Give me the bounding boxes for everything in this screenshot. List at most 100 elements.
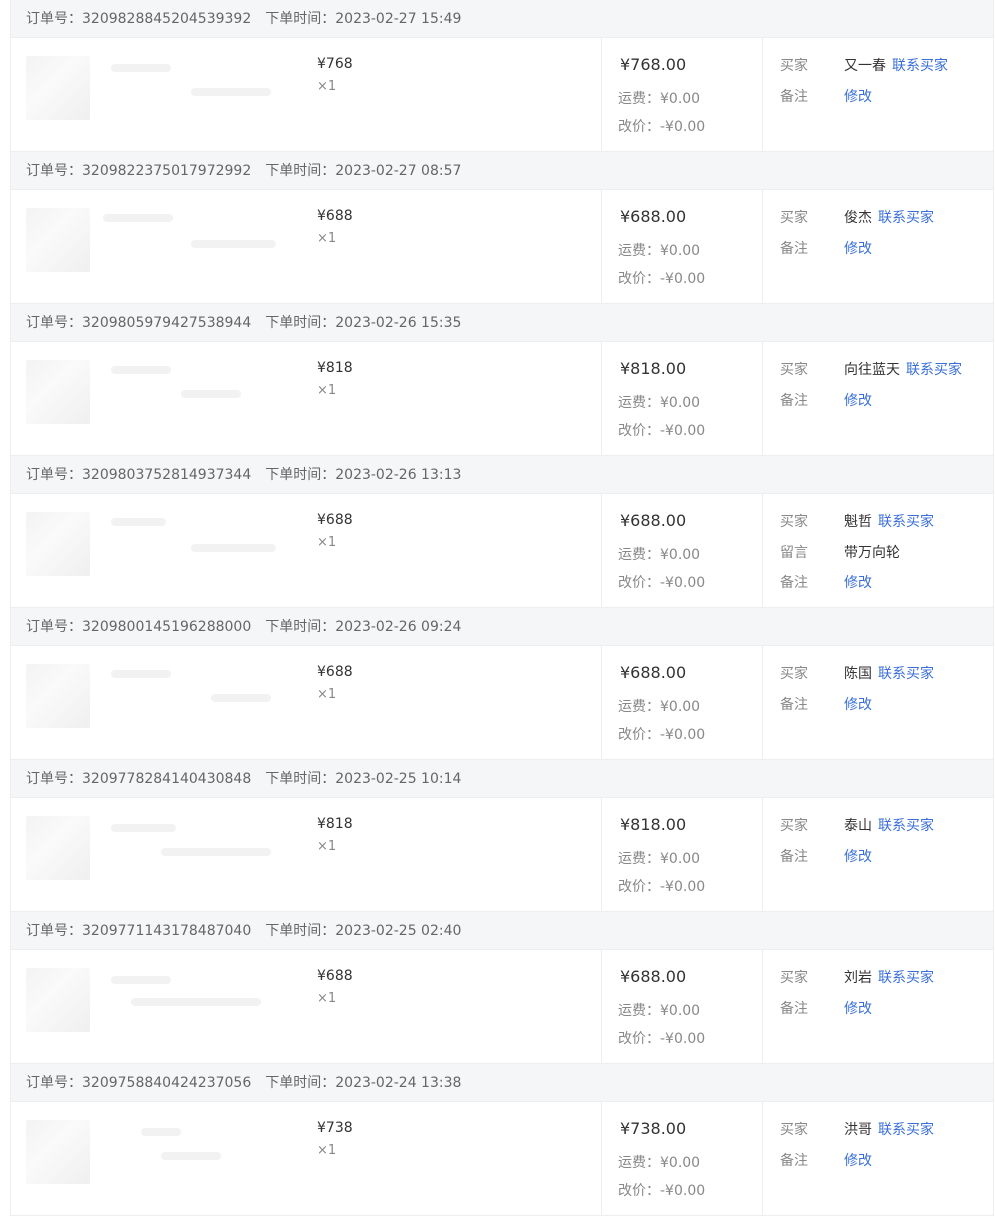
quantity: ×1: [317, 839, 337, 854]
buyer-name: 向往蓝天: [844, 362, 900, 378]
shipping-fee: 运费：¥0.00: [618, 699, 701, 715]
modify-remark-link[interactable]: 修改: [844, 393, 872, 409]
product-spec-blurred: [161, 1152, 221, 1160]
contact-buyer-link[interactable]: 联系买家: [892, 58, 948, 74]
order-time: 2023-02-27 08:57: [335, 163, 462, 179]
modify-remark-link[interactable]: 修改: [844, 1001, 872, 1017]
price-adjustment: 改价：-¥0.00: [618, 423, 706, 439]
order-card: 订单号：3209800145196288000 下单时间：2023-02-26 0…: [10, 608, 994, 760]
remark-row: 备注 修改: [780, 1150, 872, 1170]
quantity: ×1: [317, 231, 337, 246]
product-thumbnail[interactable]: [26, 968, 90, 1032]
product-title-blurred: [141, 1128, 181, 1136]
product-title-blurred: [111, 64, 171, 72]
product-title-blurred: [111, 824, 176, 832]
product-spec-blurred: [131, 998, 261, 1006]
buyer-column: 买家 泰山 联系买家 备注 修改: [763, 798, 993, 911]
goods-column: ¥768 ×1: [11, 38, 601, 151]
contact-buyer-link[interactable]: 联系买家: [878, 818, 934, 834]
product-thumbnail[interactable]: [26, 512, 90, 576]
order-no[interactable]: 3209771143178487040: [82, 923, 251, 939]
remark-label: 备注: [780, 89, 808, 105]
order-no[interactable]: 3209778284140430848: [82, 771, 251, 787]
product-spec-blurred: [191, 88, 271, 96]
product-spec-blurred: [191, 544, 276, 552]
buyer-column: 买家 俊杰 联系买家 备注 修改: [763, 190, 993, 303]
goods-column: ¥688 ×1: [11, 494, 601, 607]
contact-buyer-link[interactable]: 联系买家: [878, 210, 934, 226]
buyer-name: 刘岩: [844, 970, 872, 986]
modify-remark-link[interactable]: 修改: [844, 849, 872, 865]
buyer-label: 买家: [780, 210, 808, 226]
price-adjustment: 改价：-¥0.00: [618, 575, 706, 591]
contact-buyer-link[interactable]: 联系买家: [878, 666, 934, 682]
product-thumbnail[interactable]: [26, 208, 90, 272]
modify-remark-link[interactable]: 修改: [844, 241, 872, 257]
order-no[interactable]: 3209800145196288000: [82, 619, 251, 635]
remark-row: 备注 修改: [780, 572, 872, 592]
contact-buyer-link[interactable]: 联系买家: [878, 1122, 934, 1138]
order-time-label: 下单时间：: [265, 923, 336, 939]
unit-price: ¥688: [317, 208, 353, 224]
goods-column: ¥738 ×1: [11, 1102, 601, 1215]
order-header: 订单号：3209822375017972992 下单时间：2023-02-27 0…: [11, 152, 993, 190]
order-total: ¥688.00: [620, 511, 687, 530]
product-title-blurred: [103, 214, 173, 222]
product-thumbnail[interactable]: [26, 1120, 90, 1184]
shipping-fee: 运费：¥0.00: [618, 1155, 701, 1171]
unit-price: ¥688: [317, 512, 353, 528]
remark-label: 备注: [780, 697, 808, 713]
product-title-blurred: [111, 366, 171, 374]
amount-column: ¥818.00 运费：¥0.00 改价：-¥0.00: [601, 342, 763, 455]
product-thumbnail[interactable]: [26, 360, 90, 424]
buyer-label: 买家: [780, 970, 808, 986]
order-time-label: 下单时间：: [265, 163, 336, 179]
buyer-column: 买家 洪哥 联系买家 备注 修改: [763, 1102, 993, 1215]
goods-column: ¥688 ×1: [11, 190, 601, 303]
quantity: ×1: [317, 687, 337, 702]
amount-column: ¥738.00 运费：¥0.00 改价：-¥0.00: [601, 1102, 763, 1215]
quantity: ×1: [317, 1143, 337, 1158]
order-no-label: 订单号：: [26, 467, 82, 483]
quantity: ×1: [317, 535, 337, 550]
product-thumbnail[interactable]: [26, 664, 90, 728]
order-header: 订单号：3209828845204539392 下单时间：2023-02-27 1…: [11, 0, 993, 38]
modify-remark-link[interactable]: 修改: [844, 697, 872, 713]
modify-remark-link[interactable]: 修改: [844, 575, 872, 591]
amount-column: ¥688.00 运费：¥0.00 改价：-¥0.00: [601, 494, 763, 607]
product-title-blurred: [111, 518, 166, 526]
order-no[interactable]: 3209758840424237056: [82, 1075, 251, 1091]
order-no-label: 订单号：: [26, 163, 82, 179]
order-time: 2023-02-25 02:40: [335, 923, 462, 939]
contact-buyer-link[interactable]: 联系买家: [878, 514, 934, 530]
goods-column: ¥688 ×1: [11, 950, 601, 1063]
order-no-label: 订单号：: [26, 11, 82, 27]
buyer-column: 买家 陈国 联系买家 备注 修改: [763, 646, 993, 759]
buyer-message: 带万向轮: [844, 545, 900, 561]
order-card: 订单号：3209778284140430848 下单时间：2023-02-25 1…: [10, 760, 994, 912]
buyer-row: 买家 魁哲 联系买家: [780, 511, 934, 531]
order-no[interactable]: 3209803752814937344: [82, 467, 251, 483]
contact-buyer-link[interactable]: 联系买家: [878, 970, 934, 986]
order-header: 订单号：3209800145196288000 下单时间：2023-02-26 0…: [11, 608, 993, 646]
modify-remark-link[interactable]: 修改: [844, 1153, 872, 1169]
order-body: ¥688 ×1 ¥688.00 运费：¥0.00 改价：-¥0.00 买家 俊杰联…: [11, 190, 993, 304]
order-header: 订单号：3209805979427538944 下单时间：2023-02-26 1…: [11, 304, 993, 342]
order-time: 2023-02-26 09:24: [335, 619, 462, 635]
product-thumbnail[interactable]: [26, 56, 90, 120]
order-body: ¥688 ×1 ¥688.00 运费：¥0.00 改价：-¥0.00 买家 陈国联…: [11, 646, 993, 760]
quantity: ×1: [317, 79, 337, 94]
remark-row: 备注 修改: [780, 998, 872, 1018]
quantity: ×1: [317, 991, 337, 1006]
modify-remark-link[interactable]: 修改: [844, 89, 872, 105]
remark-label: 备注: [780, 1001, 808, 1017]
shipping-fee: 运费：¥0.00: [618, 851, 701, 867]
goods-column: ¥688 ×1: [11, 646, 601, 759]
unit-price: ¥818: [317, 360, 353, 376]
order-no[interactable]: 3209828845204539392: [82, 11, 251, 27]
buyer-row: 买家 向往蓝天 联系买家: [780, 359, 962, 379]
order-no[interactable]: 3209822375017972992: [82, 163, 251, 179]
product-thumbnail[interactable]: [26, 816, 90, 880]
order-no[interactable]: 3209805979427538944: [82, 315, 251, 331]
contact-buyer-link[interactable]: 联系买家: [906, 362, 962, 378]
